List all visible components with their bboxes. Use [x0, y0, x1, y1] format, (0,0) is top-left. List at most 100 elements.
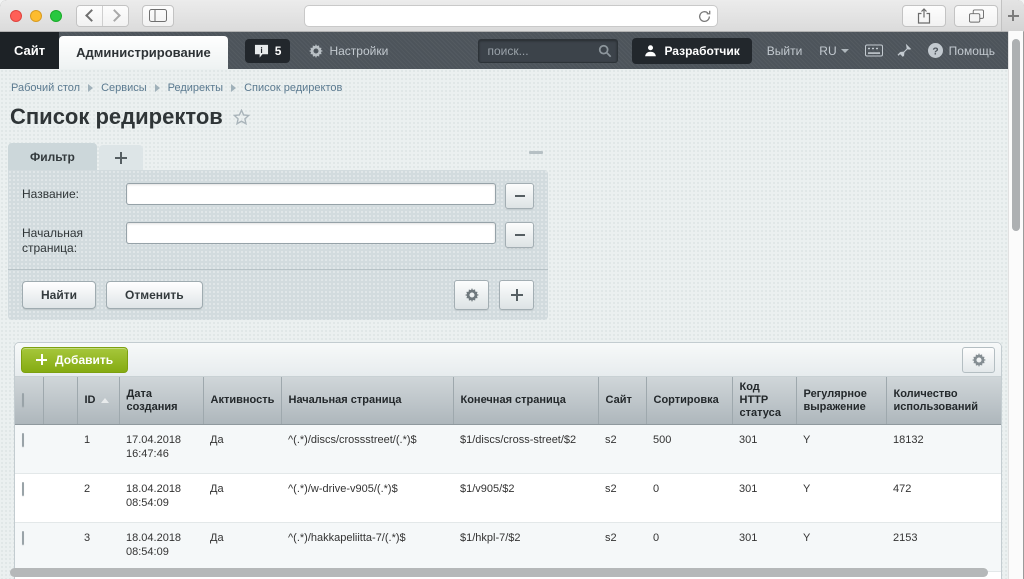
column-header-active[interactable]: Активность	[203, 377, 281, 425]
favorite-star-icon[interactable]	[233, 109, 250, 126]
hotkeys-button[interactable]	[865, 44, 883, 57]
horizontal-scrollbar-thumb[interactable]	[10, 568, 988, 577]
search-icon[interactable]	[598, 44, 612, 58]
column-header-regex[interactable]: Регулярное выражение	[796, 377, 886, 425]
cell-usage-count: 18132	[886, 425, 1001, 474]
cell-sort: 500	[646, 425, 732, 474]
cell-active: Да	[203, 425, 281, 474]
notifications-badge[interactable]: i 5	[245, 39, 291, 63]
add-button-label: Добавить	[55, 353, 113, 367]
vertical-scrollbar-thumb[interactable]	[1012, 39, 1020, 231]
breadcrumb-arrow-icon	[155, 84, 160, 92]
reload-button[interactable]	[698, 10, 711, 23]
cell-created: 18.04.2018 08:54:09	[119, 474, 203, 523]
cancel-button[interactable]: Отменить	[106, 281, 203, 309]
add-filter-field-button[interactable]	[499, 280, 534, 310]
column-header-created[interactable]: Дата создания	[119, 377, 203, 425]
cell-regex: Y	[796, 425, 886, 474]
user-menu-button[interactable]: Разработчик	[632, 38, 751, 64]
add-redirect-button[interactable]: Добавить	[21, 347, 128, 373]
add-filter-tab-button[interactable]	[99, 145, 143, 170]
filter-settings-button[interactable]	[454, 280, 489, 310]
close-window-button[interactable]	[10, 10, 22, 22]
column-header-usage-count[interactable]: Количество использований	[886, 377, 1001, 425]
tabs-overview-button[interactable]	[954, 5, 998, 27]
chevron-right-icon	[108, 9, 121, 22]
address-bar[interactable]	[304, 5, 718, 27]
filter-tab[interactable]: Фильтр	[8, 143, 97, 170]
tabs-icon	[969, 9, 984, 23]
cell-id: 1	[77, 425, 119, 474]
settings-menu[interactable]: Настройки	[309, 44, 388, 58]
settings-label: Настройки	[329, 44, 388, 58]
grid-settings-button[interactable]	[962, 347, 995, 373]
remove-name-field-button[interactable]	[505, 183, 534, 209]
cell-regex: Y	[796, 523, 886, 572]
cell-usage-count: 472	[886, 474, 1001, 523]
cell-sort: 0	[646, 523, 732, 572]
cell-regex: Y	[796, 474, 886, 523]
breadcrumb-redirect-list[interactable]: Список редиректов	[244, 82, 342, 94]
remove-start-page-field-button[interactable]	[505, 222, 534, 248]
cell-end-page: $1/v905/$2	[453, 474, 598, 523]
help-menu[interactable]: ? Помощь	[928, 43, 995, 58]
logout-link[interactable]: Выйти	[767, 44, 803, 58]
filter-name-label: Название:	[22, 183, 126, 202]
chrome-right-buttons	[902, 5, 998, 27]
collapse-filter-button[interactable]	[529, 151, 543, 154]
tab-site[interactable]: Сайт	[0, 32, 59, 69]
cell-usage-count: 2153	[886, 523, 1001, 572]
search-input[interactable]	[478, 39, 618, 63]
forward-button[interactable]	[102, 6, 128, 26]
column-header-sort[interactable]: Сортировка	[646, 377, 732, 425]
breadcrumb-desktop[interactable]: Рабочий стол	[11, 82, 80, 94]
sidebar-toggle-button[interactable]	[142, 5, 174, 27]
pin-panel-button[interactable]	[897, 43, 912, 58]
notifications-count: 5	[275, 44, 282, 58]
column-header-end-page[interactable]: Конечная страница	[453, 377, 598, 425]
history-nav	[76, 5, 129, 27]
language-dropdown[interactable]: RU	[819, 44, 848, 58]
select-all-checkbox[interactable]	[22, 393, 24, 407]
plus-icon	[1008, 10, 1019, 21]
share-button[interactable]	[902, 5, 946, 27]
header-checkbox-cell	[15, 377, 43, 425]
back-button[interactable]	[77, 6, 102, 26]
column-header-http-code[interactable]: Код HTTP статуса	[732, 377, 796, 425]
cell-id: 3	[77, 523, 119, 572]
gear-icon	[465, 288, 479, 302]
user-label: Разработчик	[664, 44, 739, 58]
page-title: Список редиректов	[10, 104, 223, 130]
filter-section: Фильтр Название: Начальная страница: Най…	[8, 143, 548, 320]
horizontal-scrollbar[interactable]	[10, 568, 1000, 577]
row-checkbox[interactable]	[22, 531, 24, 545]
redirect-grid: Добавить ID Дата	[14, 342, 1002, 579]
breadcrumb-redirects[interactable]: Редиректы	[168, 82, 223, 94]
cell-sort: 0	[646, 474, 732, 523]
find-button[interactable]: Найти	[22, 281, 96, 309]
cell-active: Да	[203, 523, 281, 572]
vertical-scrollbar[interactable]	[1008, 31, 1023, 579]
tab-administration[interactable]: Администрирование	[59, 36, 228, 69]
column-header-site[interactable]: Сайт	[598, 377, 646, 425]
breadcrumb-services[interactable]: Сервисы	[101, 82, 147, 94]
topbar-search	[478, 39, 618, 63]
cell-http-code: 301	[732, 523, 796, 572]
row-checkbox[interactable]	[22, 433, 24, 447]
filter-start-page-input[interactable]	[126, 222, 496, 244]
svg-text:?: ?	[932, 46, 938, 57]
cell-end-page: $1/hkpl-7/$2	[453, 523, 598, 572]
zoom-window-button[interactable]	[50, 10, 62, 22]
minimize-window-button[interactable]	[30, 10, 42, 22]
cell-start-page: ^(.*)/discs/crossstreet/(.*)$	[281, 425, 453, 474]
cell-active: Да	[203, 474, 281, 523]
chevron-down-icon	[841, 49, 849, 53]
filter-name-input[interactable]	[126, 183, 496, 205]
table-header-row: ID Дата создания Активность Начальная ст…	[15, 377, 1001, 425]
column-header-start-page[interactable]: Начальная страница	[281, 377, 453, 425]
chevron-left-icon	[85, 9, 98, 22]
column-header-id[interactable]: ID	[77, 377, 119, 425]
help-label: Помощь	[949, 44, 995, 58]
new-tab-button[interactable]	[1001, 0, 1024, 31]
row-checkbox[interactable]	[22, 482, 24, 496]
